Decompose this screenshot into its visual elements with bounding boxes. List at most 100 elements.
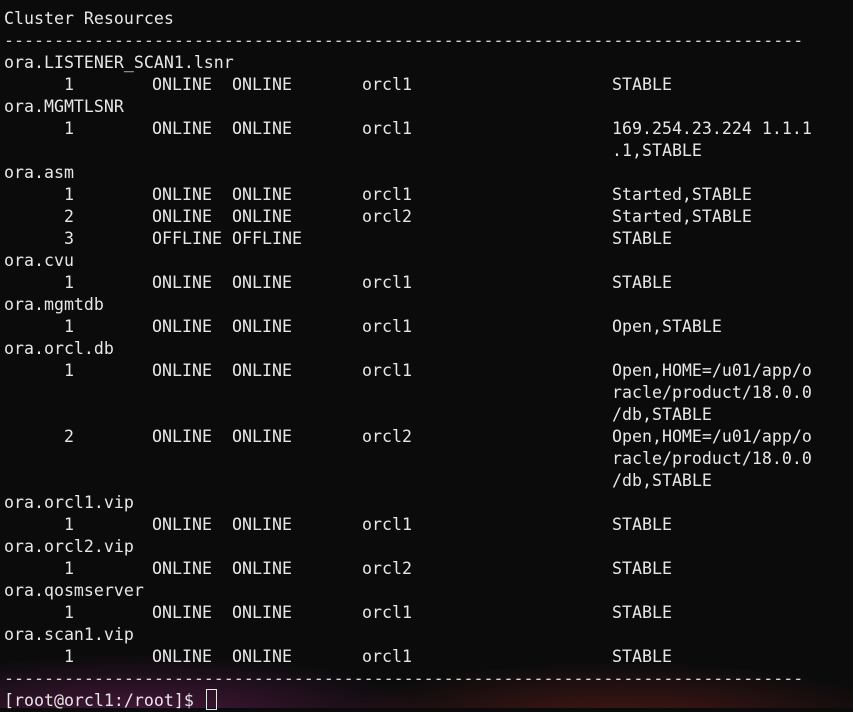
resource-instance-row: 1 ONLINE ONLINE orcl2 STABLE [0, 558, 853, 580]
resource-name: ora.scan1.vip [4, 625, 134, 644]
instance-number: 2 [64, 427, 74, 446]
server-name: orcl2 [362, 207, 412, 226]
server-name: orcl1 [362, 361, 412, 380]
server-name: orcl1 [362, 119, 412, 138]
state-details: .1,STABLE [612, 141, 702, 160]
target-status: ONLINE [152, 559, 212, 578]
state-details: Open,HOME=/u01/app/o [612, 361, 812, 380]
resource-detail-continuation: .1,STABLE [0, 140, 853, 162]
target-status: ONLINE [152, 361, 212, 380]
target-status: ONLINE [152, 603, 212, 622]
resource-instance-row: 1 ONLINE ONLINE orcl1 STABLE [0, 602, 853, 624]
section-header: Cluster Resources [4, 9, 174, 28]
instance-number: 1 [64, 185, 74, 204]
target-status: ONLINE [152, 75, 212, 94]
resource-instance-row: 1 ONLINE ONLINE orcl1 169.254.23.224 1.1.1 [0, 118, 853, 140]
resource-instance-row: 1 ONLINE ONLINE orcl1 Open,STABLE [0, 316, 853, 338]
server-name: orcl1 [362, 75, 412, 94]
server-name: orcl2 [362, 427, 412, 446]
instance-number: 1 [64, 647, 74, 666]
separator-top: ----------------------------------------… [4, 31, 804, 50]
state-details: Open,STABLE [612, 317, 722, 336]
terminal-window[interactable]: Cluster Resources ----------------------… [0, 0, 853, 710]
text-cursor [205, 689, 217, 710]
resource-instance-row: 3 OFFLINE OFFLINE STABLE [0, 228, 853, 250]
resource-name: ora.cvu [4, 251, 74, 270]
resource-detail-continuation: racle/product/18.0.0 [0, 382, 853, 404]
state-status: ONLINE [232, 603, 292, 622]
target-status: ONLINE [152, 427, 212, 446]
target-status: ONLINE [152, 647, 212, 666]
state-status: OFFLINE [232, 229, 302, 248]
resource-detail-continuation: racle/product/18.0.0 [0, 448, 853, 470]
resource-instance-row: 1 ONLINE ONLINE orcl1 STABLE [0, 272, 853, 294]
state-details: STABLE [612, 75, 672, 94]
server-name: orcl1 [362, 647, 412, 666]
resource-name: ora.orcl2.vip [4, 537, 134, 556]
target-status: ONLINE [152, 119, 212, 138]
server-name: orcl2 [362, 559, 412, 578]
resource-name: ora.qosmserver [4, 581, 144, 600]
state-status: ONLINE [232, 317, 292, 336]
state-details: STABLE [612, 273, 672, 292]
state-status: ONLINE [232, 361, 292, 380]
resource-detail-continuation: /db,STABLE [0, 470, 853, 492]
state-status: ONLINE [232, 119, 292, 138]
resource-name: ora.MGMTLSNR [4, 97, 124, 116]
instance-number: 1 [64, 273, 74, 292]
state-details: Open,HOME=/u01/app/o [612, 427, 812, 446]
separator-bottom: ----------------------------------------… [4, 669, 804, 688]
instance-number: 3 [64, 229, 74, 248]
resource-detail-continuation: /db,STABLE [0, 404, 853, 426]
resource-name: ora.asm [4, 163, 74, 182]
resource-name: ora.LISTENER_SCAN1.lsnr [4, 53, 234, 72]
resource-instance-row: 1 ONLINE ONLINE orcl1 Open,HOME=/u01/app/o [0, 360, 853, 382]
target-status: ONLINE [152, 185, 212, 204]
prompt-text: [root@orcl1:/root]$ [4, 691, 204, 710]
server-name: orcl1 [362, 273, 412, 292]
resource-instance-row: 2 ONLINE ONLINE orcl2 Open,HOME=/u01/app/o [0, 426, 853, 448]
state-status: ONLINE [232, 185, 292, 204]
resource-instance-row: 1 ONLINE ONLINE orcl1 STABLE [0, 74, 853, 96]
state-details: racle/product/18.0.0 [612, 449, 812, 468]
instance-number: 1 [64, 559, 74, 578]
state-status: ONLINE [232, 75, 292, 94]
state-details: STABLE [612, 229, 672, 248]
instance-number: 1 [64, 361, 74, 380]
state-details: 169.254.23.224 1.1.1 [612, 119, 812, 138]
resource-name: ora.mgmtdb [4, 295, 104, 314]
resource-instance-row: 1 ONLINE ONLINE orcl1 STABLE [0, 514, 853, 536]
state-status: ONLINE [232, 273, 292, 292]
resource-name: ora.orcl1.vip [4, 493, 134, 512]
resource-instance-row: 1 ONLINE ONLINE orcl1 Started,STABLE [0, 184, 853, 206]
server-name: orcl1 [362, 603, 412, 622]
server-name: orcl1 [362, 185, 412, 204]
instance-number: 2 [64, 207, 74, 226]
state-details: /db,STABLE [612, 471, 712, 490]
target-status: OFFLINE [152, 229, 222, 248]
target-status: ONLINE [152, 207, 212, 226]
instance-number: 1 [64, 515, 74, 534]
state-details: racle/product/18.0.0 [612, 383, 812, 402]
target-status: ONLINE [152, 515, 212, 534]
instance-number: 1 [64, 603, 74, 622]
state-status: ONLINE [232, 427, 292, 446]
resource-name: ora.orcl.db [4, 339, 114, 358]
state-details: STABLE [612, 515, 672, 534]
instance-number: 1 [64, 75, 74, 94]
state-details: Started,STABLE [612, 207, 752, 226]
state-details: STABLE [612, 603, 672, 622]
server-name: orcl1 [362, 317, 412, 336]
server-name: orcl1 [362, 515, 412, 534]
state-status: ONLINE [232, 647, 292, 666]
state-status: ONLINE [232, 515, 292, 534]
target-status: ONLINE [152, 273, 212, 292]
target-status: ONLINE [152, 317, 212, 336]
instance-number: 1 [64, 119, 74, 138]
state-details: /db,STABLE [612, 405, 712, 424]
instance-number: 1 [64, 317, 74, 336]
state-status: ONLINE [232, 207, 292, 226]
state-status: ONLINE [232, 559, 292, 578]
resource-instance-row: 2 ONLINE ONLINE orcl2 Started,STABLE [0, 206, 853, 228]
state-details: STABLE [612, 559, 672, 578]
